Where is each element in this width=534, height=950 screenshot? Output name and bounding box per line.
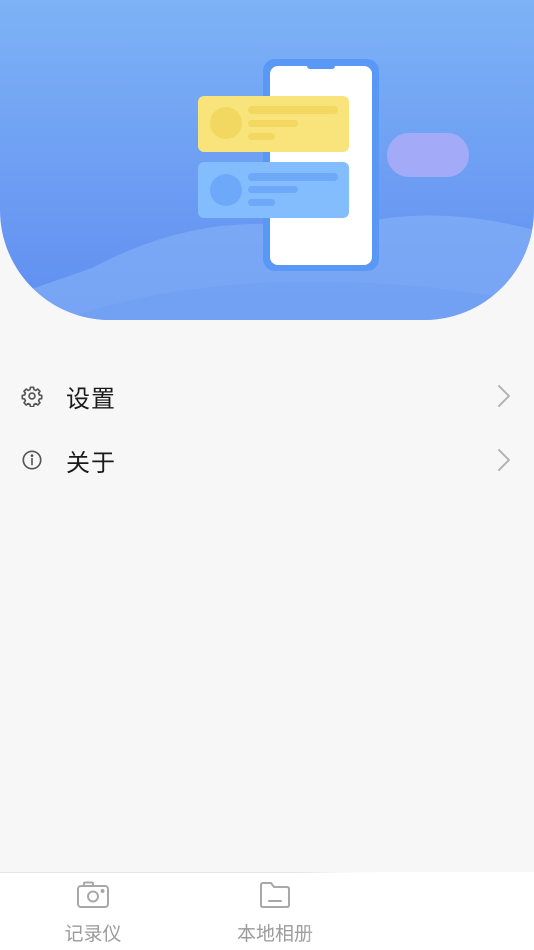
blue-card-line	[248, 186, 298, 193]
blue-card-line	[248, 199, 275, 206]
info-icon	[20, 448, 44, 472]
header-banner	[0, 0, 534, 320]
tab-label: 记录仪	[64, 923, 122, 945]
menu-item-label: 设置	[66, 384, 116, 413]
blue-card-line	[248, 173, 338, 181]
tab-recorder[interactable]: 记录仪	[3, 873, 183, 950]
purple-pill	[387, 133, 469, 177]
folder-icon	[258, 881, 292, 909]
menu-item-label: 关于	[66, 448, 116, 477]
phone-with-message-bubbles-illustration	[0, 59, 534, 320]
menu-item-settings[interactable]: 设置	[0, 364, 534, 428]
settings-menu: 设置 关于	[0, 364, 534, 492]
yellow-card-line	[248, 133, 275, 140]
menu-item-about[interactable]: 关于	[0, 428, 534, 492]
camera-icon	[76, 881, 110, 909]
chevron-right-icon	[496, 383, 512, 409]
me-page: 设置 关于 记录仪 本地相册	[0, 0, 534, 950]
yellow-card-avatar	[210, 107, 242, 139]
gear-icon	[20, 384, 44, 408]
screenshot-fade-overlay	[300, 872, 534, 950]
chevron-right-icon	[496, 447, 512, 473]
blue-card-avatar	[210, 174, 242, 206]
phone-notch	[307, 63, 335, 69]
yellow-card-line	[248, 120, 298, 127]
yellow-card-line	[248, 106, 338, 114]
